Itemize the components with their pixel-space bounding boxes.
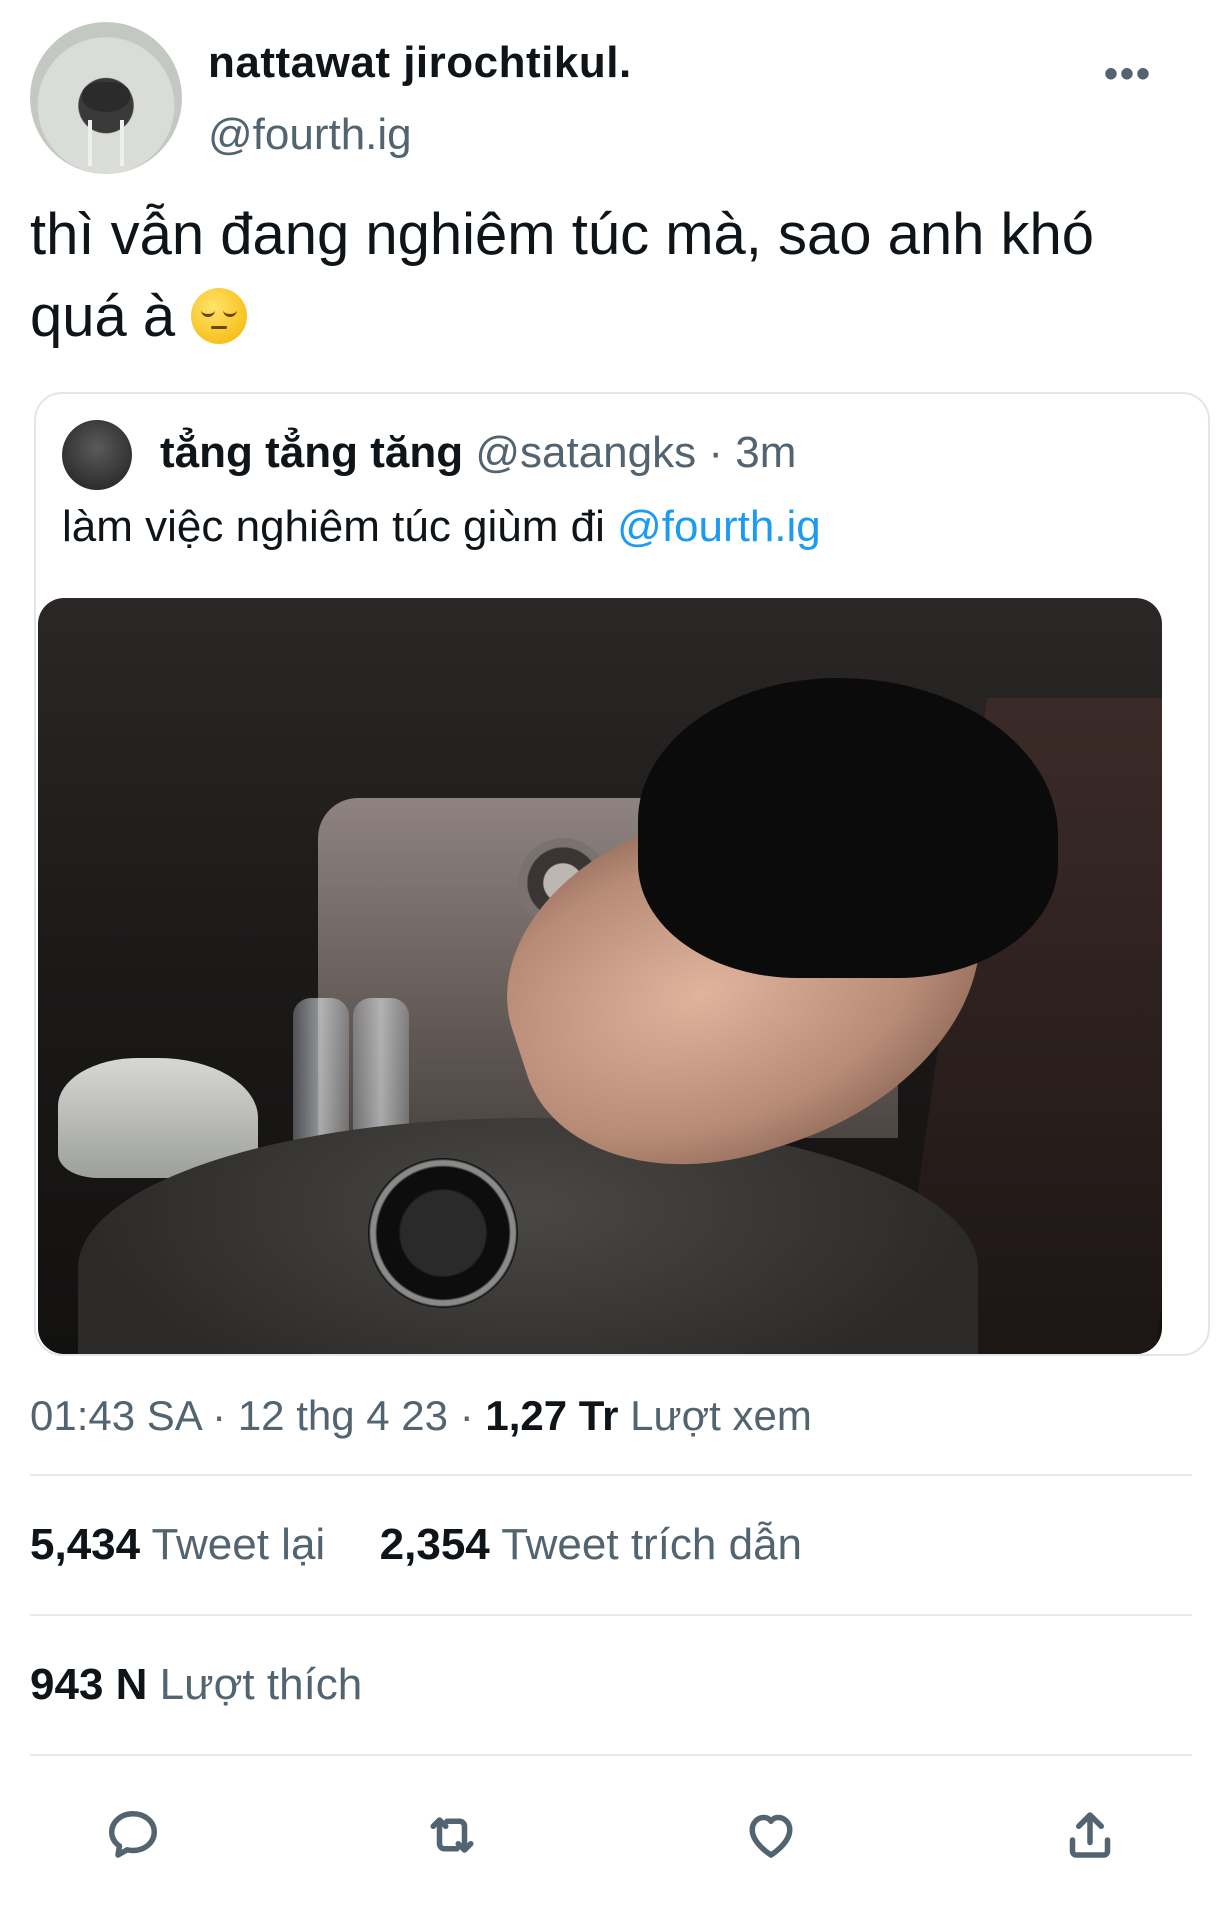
retweets-stat[interactable]: 5,434 Tweet lại (30, 1520, 337, 1569)
quoted-tweet-text: làm việc nghiêm túc giùm đi @fourth.ig (62, 502, 821, 552)
views-count: 1,27 Tr (485, 1392, 619, 1439)
tweet-time: 01:43 SA (30, 1392, 201, 1439)
quoted-tweet-card[interactable]: tẳng tẳng tăng @satangks · 3m làm việc n… (34, 392, 1210, 1356)
quoted-author-name: tẳng tẳng tăng (160, 428, 464, 477)
author-handle[interactable]: @fourth.ig (208, 110, 412, 160)
tweet-date: 12 thg 4 23 (237, 1392, 449, 1439)
mention-link[interactable]: @fourth.ig (617, 502, 821, 551)
share-button[interactable] (1045, 1790, 1135, 1880)
tweet-actions (0, 1790, 1222, 1880)
views-label: Lượt xem (630, 1392, 812, 1439)
quoted-separator: · (708, 428, 723, 477)
share-icon (1069, 1812, 1111, 1858)
quoted-tweet-photo[interactable] (38, 598, 1162, 1354)
quoted-author-handle: @satangks (475, 428, 697, 477)
quoted-author-avatar (62, 420, 132, 490)
likes-count: 943 N (30, 1660, 148, 1709)
author-display-name[interactable]: nattawat jirochtikul. (208, 38, 632, 88)
retweet-stats: 5,434 Tweet lại 2,354 Tweet trích dẫn (30, 1520, 802, 1570)
photo-headphones (368, 1158, 518, 1308)
quoted-text-body: làm việc nghiêm túc giùm đi (62, 502, 605, 551)
author-avatar[interactable] (30, 22, 182, 174)
pensive-face-icon (191, 288, 248, 344)
photo-bottle (293, 998, 349, 1148)
divider (30, 1614, 1192, 1616)
meta-separator: · (459, 1392, 474, 1439)
quotes-stat[interactable]: 2,354 Tweet trích dẫn (380, 1520, 802, 1569)
likes-stats[interactable]: 943 N Lượt thích (30, 1660, 362, 1710)
quoted-time: 3m (735, 428, 797, 477)
meta-separator: · (212, 1392, 227, 1439)
tweet-meta: 01:43 SA · 12 thg 4 23 · 1,27 Tr Lượt xe… (30, 1392, 812, 1440)
hoodie-string-right (120, 120, 124, 166)
heart-icon (749, 1814, 793, 1858)
tweet-text: thì vẫn đang nghiêm túc mà, sao anh khó … (30, 194, 1200, 358)
divider (30, 1754, 1192, 1756)
hoodie-string-left (88, 120, 92, 166)
tweet-text-body: thì vẫn đang nghiêm túc mà, sao anh khó … (30, 202, 1095, 349)
quoted-tweet-header: tẳng tẳng tăng @satangks · 3m (160, 428, 796, 478)
retweets-label: Tweet lại (151, 1520, 326, 1569)
avatar-face (82, 82, 130, 112)
more-options-icon[interactable]: ••• (1104, 52, 1152, 97)
likes-label: Lượt thích (159, 1660, 363, 1709)
quotes-count: 2,354 (379, 1520, 490, 1569)
retweets-count: 5,434 (30, 1520, 141, 1569)
quotes-label: Tweet trích dẫn (501, 1520, 803, 1569)
retweet-icon (430, 1817, 474, 1853)
divider (30, 1474, 1192, 1476)
retweet-button[interactable] (407, 1790, 497, 1880)
like-button[interactable] (726, 1790, 816, 1880)
reply-button[interactable] (88, 1790, 178, 1880)
reply-icon (109, 1811, 157, 1858)
